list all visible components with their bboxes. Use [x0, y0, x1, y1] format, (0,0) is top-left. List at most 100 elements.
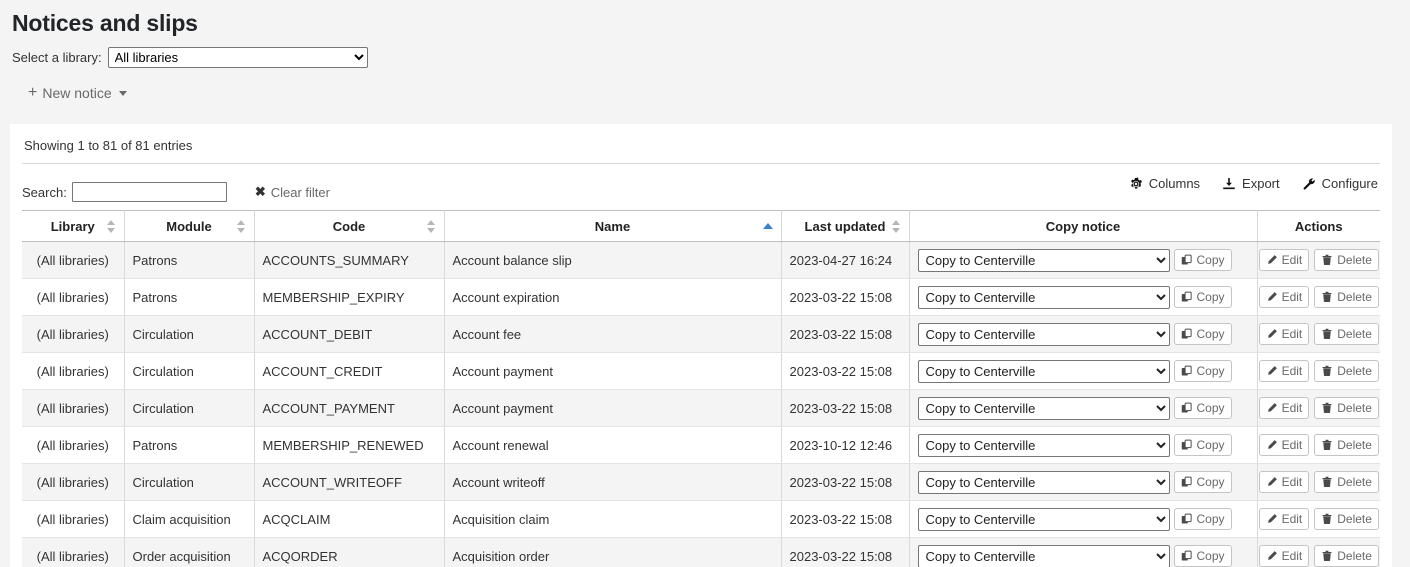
- configure-button[interactable]: Configure: [1302, 176, 1378, 191]
- copy-notice-select[interactable]: Copy to Centerville: [918, 286, 1170, 309]
- pencil-icon: [1266, 402, 1278, 414]
- copy-button[interactable]: Copy: [1174, 323, 1232, 345]
- copy-icon: [1181, 291, 1193, 303]
- copy-button[interactable]: Copy: [1174, 471, 1232, 493]
- copy-button-label: Copy: [1197, 290, 1225, 304]
- copy-button-label: Copy: [1197, 438, 1225, 452]
- edit-button[interactable]: Edit: [1259, 471, 1310, 493]
- delete-button-label: Delete: [1337, 327, 1372, 341]
- cell-code: ACQORDER: [254, 538, 444, 567]
- column-label-actions: Actions: [1295, 219, 1343, 234]
- copy-icon: [1181, 365, 1193, 377]
- column-label-last-updated: Last updated: [805, 219, 886, 234]
- edit-button-label: Edit: [1282, 290, 1303, 304]
- copy-notice-select[interactable]: Copy to Centerville: [918, 323, 1170, 346]
- edit-button[interactable]: Edit: [1259, 286, 1310, 308]
- copy-button[interactable]: Copy: [1174, 508, 1232, 530]
- copy-notice-select[interactable]: Copy to Centerville: [918, 545, 1170, 567]
- library-select-label: Select a library:: [12, 50, 102, 65]
- delete-button-label: Delete: [1337, 290, 1372, 304]
- cell-actions: Edit Delete: [1257, 464, 1380, 501]
- copy-button[interactable]: Copy: [1174, 249, 1232, 271]
- edit-button-label: Edit: [1282, 253, 1303, 267]
- copy-notice-select[interactable]: Copy to Centerville: [918, 434, 1170, 457]
- delete-button[interactable]: Delete: [1314, 508, 1379, 530]
- copy-notice-select[interactable]: Copy to Centerville: [918, 508, 1170, 531]
- cell-actions: EditDelete: [1257, 353, 1380, 390]
- delete-button[interactable]: Delete: [1314, 471, 1379, 493]
- cell-code: ACCOUNT_WRITEOFF: [254, 464, 444, 501]
- plus-icon: +: [28, 85, 37, 101]
- table-header-row: Library Module Code Name: [22, 211, 1380, 242]
- export-button[interactable]: Export: [1222, 176, 1280, 191]
- edit-button[interactable]: Edit: [1259, 249, 1310, 271]
- delete-button[interactable]: Delete: [1314, 286, 1379, 308]
- delete-button-label: Delete: [1337, 475, 1372, 489]
- copy-notice-select[interactable]: Copy to Centerville: [918, 249, 1170, 272]
- edit-button[interactable]: Edit: [1259, 397, 1310, 419]
- delete-button[interactable]: Delete: [1314, 545, 1379, 567]
- table-tools: Columns Export Configure: [1129, 176, 1378, 191]
- copy-button[interactable]: Copy: [1174, 360, 1232, 382]
- library-select[interactable]: All libraries: [108, 47, 368, 68]
- column-header-copy-notice: Copy notice: [909, 211, 1257, 242]
- copy-notice-select[interactable]: Copy to Centerville: [918, 471, 1170, 494]
- cell-name: Account payment: [444, 390, 781, 427]
- copy-notice-select[interactable]: Copy to Centerville: [918, 360, 1170, 383]
- copy-icon: [1181, 550, 1193, 562]
- column-header-name[interactable]: Name: [444, 211, 781, 242]
- delete-button[interactable]: Delete: [1314, 397, 1379, 419]
- column-label-library: Library: [51, 219, 95, 234]
- configure-label: Configure: [1322, 176, 1378, 191]
- edit-button[interactable]: Edit: [1259, 508, 1310, 530]
- new-notice-label: New notice: [42, 85, 111, 101]
- cell-actions: EditDelete: [1257, 538, 1380, 567]
- sort-icon-code[interactable]: [427, 220, 436, 233]
- sort-icon-module[interactable]: [237, 220, 246, 233]
- sort-icon-library[interactable]: [107, 220, 116, 233]
- copy-button[interactable]: Copy: [1174, 434, 1232, 456]
- sort-icon-last-updated[interactable]: [892, 220, 901, 233]
- new-notice-button[interactable]: + New notice: [24, 83, 131, 103]
- table-header: Library Module Code Name: [22, 211, 1380, 242]
- copy-button[interactable]: Copy: [1174, 545, 1232, 567]
- copy-button[interactable]: Copy: [1174, 397, 1232, 419]
- edit-button[interactable]: Edit: [1259, 434, 1310, 456]
- columns-button[interactable]: Columns: [1129, 176, 1200, 191]
- delete-button[interactable]: Delete: [1314, 434, 1379, 456]
- delete-button[interactable]: Delete: [1314, 323, 1379, 345]
- copy-button[interactable]: Copy: [1174, 286, 1232, 308]
- edit-button[interactable]: Edit: [1259, 360, 1310, 382]
- delete-button[interactable]: Delete: [1314, 360, 1379, 382]
- table-row: (All libraries)Claim acquisitionACQCLAIM…: [22, 501, 1380, 538]
- cell-last-updated: 2023-03-22 15:08: [781, 279, 909, 316]
- sort-icon-name-ascending[interactable]: [763, 223, 773, 229]
- results-panel: Showing 1 to 81 of 81 entries Search: ✖ …: [10, 124, 1392, 567]
- column-header-last-updated[interactable]: Last updated: [781, 211, 909, 242]
- trash-icon: [1321, 550, 1333, 562]
- copy-icon: [1181, 439, 1193, 451]
- cell-actions: Edit Delete: [1257, 501, 1380, 538]
- cell-copy-notice: Copy to CentervilleCopy: [909, 316, 1257, 353]
- copy-icon: [1181, 513, 1193, 525]
- pencil-icon: [1266, 328, 1278, 340]
- column-header-module[interactable]: Module: [124, 211, 254, 242]
- clear-filter-button[interactable]: ✖ Clear filter: [255, 184, 330, 200]
- column-label-module: Module: [166, 219, 212, 234]
- cell-module: Circulation: [124, 353, 254, 390]
- edit-button-label: Edit: [1282, 512, 1303, 526]
- table-row: (All libraries)CirculationACCOUNT_PAYMEN…: [22, 390, 1380, 427]
- cell-module: Circulation: [124, 316, 254, 353]
- copy-icon: [1181, 476, 1193, 488]
- delete-button[interactable]: Delete: [1314, 249, 1379, 271]
- edit-button[interactable]: Edit: [1259, 545, 1310, 567]
- column-header-code[interactable]: Code: [254, 211, 444, 242]
- copy-notice-select[interactable]: Copy to Centerville: [918, 397, 1170, 420]
- search-input[interactable]: [72, 182, 227, 202]
- close-icon: ✖: [255, 184, 266, 200]
- cell-copy-notice: Copy to CentervilleCopy: [909, 464, 1257, 501]
- edit-button[interactable]: Edit: [1259, 323, 1310, 345]
- column-header-library[interactable]: Library: [22, 211, 124, 242]
- cell-actions: Edit Delete: [1257, 242, 1380, 279]
- search-label: Search:: [22, 185, 67, 200]
